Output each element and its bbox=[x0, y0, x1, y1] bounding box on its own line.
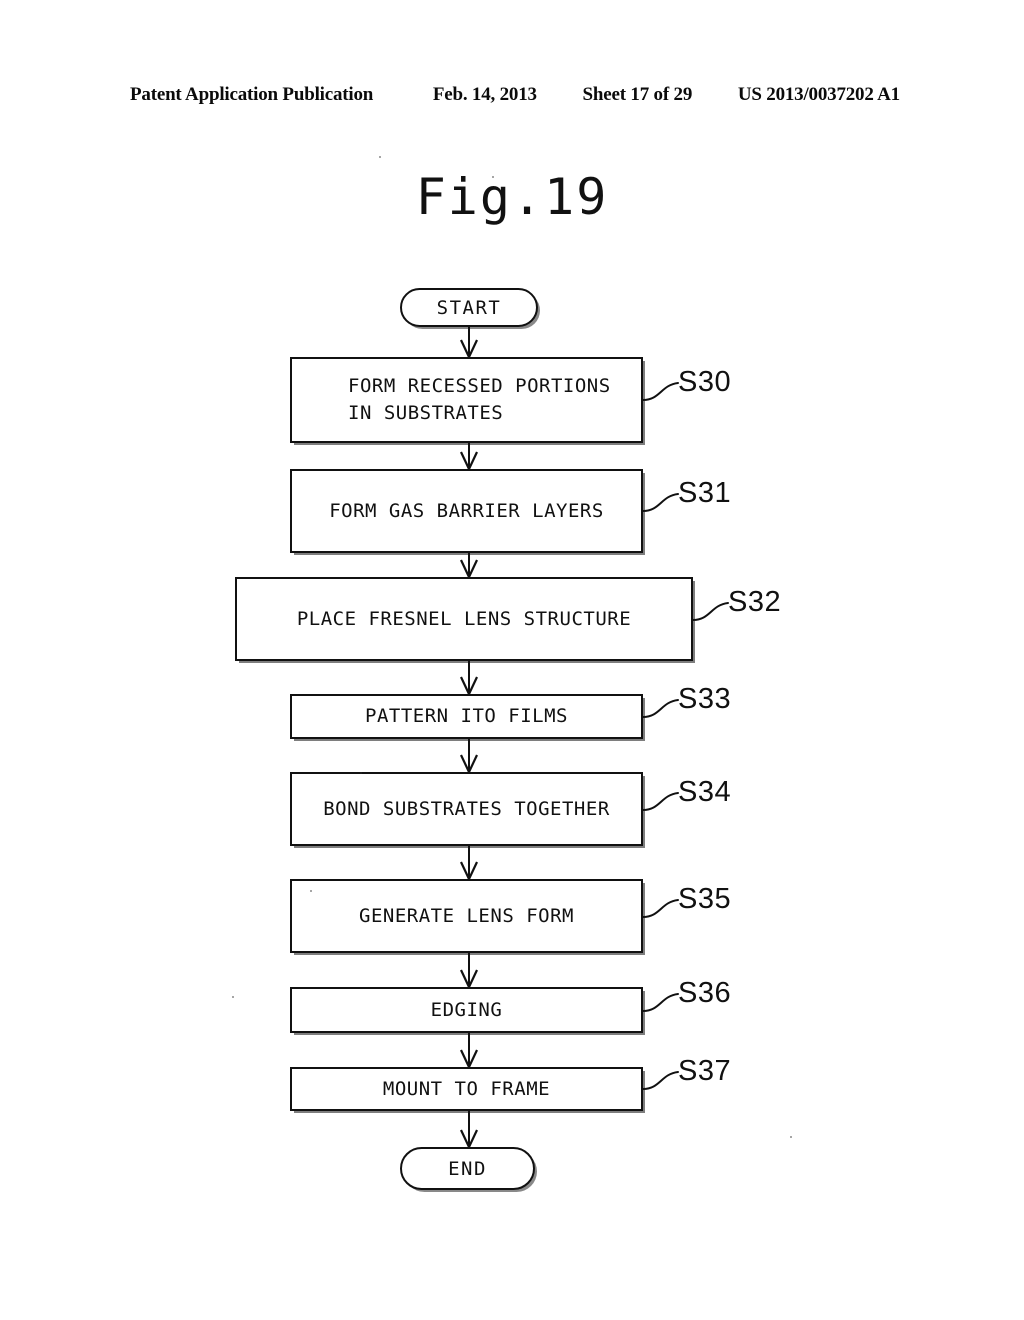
scan-speck bbox=[232, 996, 234, 998]
flow-node-end-label: END bbox=[448, 1157, 487, 1180]
flow-node-s30-label: FORM RECESSED PORTIONS IN SUBSTRATES bbox=[348, 375, 611, 424]
flow-node-s32[interactable]: PLACE FRESNEL LENS STRUCTURE bbox=[235, 577, 693, 661]
step-label-s31: S31 bbox=[678, 477, 732, 509]
flow-node-s34[interactable]: BOND SUBSTRATES TOGETHER bbox=[290, 772, 643, 846]
flow-node-s37[interactable]: MOUNT TO FRAME bbox=[290, 1067, 643, 1111]
flow-node-s30[interactable]: FORM RECESSED PORTIONS IN SUBSTRATES bbox=[290, 357, 643, 443]
flow-node-s33-label: PATTERN ITO FILMS bbox=[365, 705, 568, 728]
flow-node-s31-label: FORM GAS BARRIER LAYERS bbox=[329, 499, 604, 522]
scan-speck bbox=[310, 890, 312, 892]
patent-figure-page: Patent Application Publication Feb. 14, … bbox=[0, 0, 1024, 1320]
flow-node-start-label: START bbox=[436, 296, 502, 319]
flowchart: START FORM RECESSED PORTIONS IN SUBSTRAT… bbox=[0, 0, 1024, 1320]
flow-node-end[interactable]: END bbox=[400, 1147, 535, 1190]
flow-node-s31[interactable]: FORM GAS BARRIER LAYERS bbox=[290, 469, 643, 553]
scan-speck bbox=[360, 772, 362, 774]
flow-node-s36[interactable]: EDGING bbox=[290, 987, 643, 1033]
scan-speck bbox=[492, 176, 494, 178]
step-label-s32: S32 bbox=[728, 586, 782, 618]
scan-speck bbox=[379, 156, 381, 158]
step-label-s30: S30 bbox=[678, 366, 732, 398]
step-label-s33: S33 bbox=[678, 683, 732, 715]
scan-speck bbox=[790, 1136, 792, 1138]
step-label-s37: S37 bbox=[678, 1055, 732, 1087]
flow-node-s34-label: BOND SUBSTRATES TOGETHER bbox=[323, 797, 610, 820]
step-label-s35: S35 bbox=[678, 883, 732, 915]
step-label-s36: S36 bbox=[678, 977, 732, 1009]
flow-node-s35[interactable]: GENERATE LENS FORM bbox=[290, 879, 643, 953]
flow-node-s37-label: MOUNT TO FRAME bbox=[382, 1077, 551, 1100]
flow-node-start[interactable]: START bbox=[400, 288, 538, 327]
flow-node-s33[interactable]: PATTERN ITO FILMS bbox=[290, 694, 643, 739]
flow-node-s35-label: GENERATE LENS FORM bbox=[359, 904, 574, 927]
flow-node-s36-label: EDGING bbox=[430, 998, 503, 1021]
step-label-s34: S34 bbox=[678, 776, 732, 808]
flow-node-s32-label: PLACE FRESNEL LENS STRUCTURE bbox=[296, 607, 632, 630]
